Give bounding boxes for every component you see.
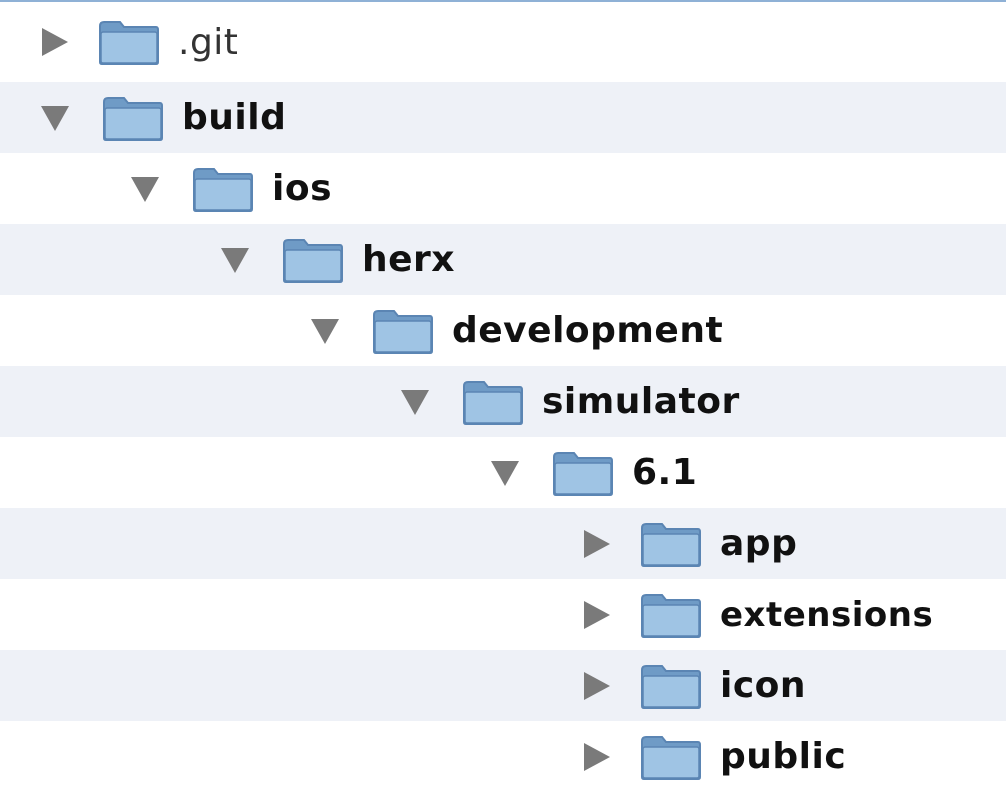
tree-row[interactable]: .git — [0, 2, 1006, 82]
tree-item-simulator[interactable]: simulator — [398, 366, 740, 437]
disclosure-triangle-expanded-icon[interactable] — [488, 456, 522, 490]
tree-item-label: extensions — [720, 594, 934, 635]
disclosure-triangle-expanded-icon[interactable] — [398, 385, 432, 419]
tree-item-label: 6.1 — [632, 452, 698, 493]
disclosure-triangle-collapsed-icon[interactable] — [580, 740, 614, 774]
folder-icon — [641, 522, 701, 567]
tree-item-herx[interactable]: herx — [218, 224, 455, 295]
disclosure-triangle-expanded-icon[interactable] — [218, 243, 252, 277]
tree-row[interactable]: herx — [0, 224, 1006, 295]
tree-item-label: public — [720, 736, 847, 777]
folder-icon — [373, 309, 433, 354]
folder-icon — [553, 451, 613, 496]
folder-icon — [641, 664, 701, 709]
tree-row[interactable]: development — [0, 295, 1006, 366]
tree-row[interactable]: icon — [0, 650, 1006, 721]
tree-row[interactable]: public — [0, 721, 1006, 792]
tree-row[interactable]: build — [0, 82, 1006, 153]
tree-item-label: simulator — [542, 381, 740, 422]
tree-item-build[interactable]: build — [38, 82, 286, 153]
tree-row[interactable]: extensions — [0, 579, 1006, 650]
disclosure-triangle-collapsed-icon[interactable] — [580, 669, 614, 703]
tree-item-extensions[interactable]: extensions — [580, 579, 933, 650]
disclosure-triangle-expanded-icon[interactable] — [38, 101, 72, 135]
disclosure-triangle-collapsed-icon[interactable] — [580, 527, 614, 561]
folder-icon — [283, 238, 343, 283]
tree-item-6-1[interactable]: 6.1 — [488, 437, 697, 508]
tree-row[interactable]: app — [0, 508, 1006, 579]
tree-item-development[interactable]: development — [308, 295, 723, 366]
tree-item-label: icon — [720, 665, 807, 706]
tree-item-label: ios — [272, 168, 332, 209]
tree-row[interactable]: ios — [0, 153, 1006, 224]
disclosure-triangle-collapsed-icon[interactable] — [38, 25, 72, 59]
folder-icon — [193, 167, 253, 212]
tree-item-public[interactable]: public — [580, 721, 846, 792]
disclosure-triangle-expanded-icon[interactable] — [128, 172, 162, 206]
disclosure-triangle-expanded-icon[interactable] — [308, 314, 342, 348]
tree-item-label: app — [720, 523, 798, 564]
tree-row[interactable]: simulator — [0, 366, 1006, 437]
tree-item-ios[interactable]: ios — [128, 153, 332, 224]
folder-icon — [641, 735, 701, 780]
tree-item-label: development — [452, 310, 724, 351]
tree-item-label: build — [182, 97, 287, 138]
folder-icon — [99, 21, 159, 65]
folder-icon — [641, 593, 701, 638]
disclosure-triangle-collapsed-icon[interactable] — [580, 598, 614, 632]
tree-item-git[interactable]: .git — [38, 2, 238, 82]
tree-item-icon[interactable]: icon — [580, 650, 806, 721]
file-outline-view: .git build ios herx development simulato… — [0, 0, 1006, 793]
tree-item-app[interactable]: app — [580, 508, 797, 579]
tree-item-label: .git — [178, 21, 239, 63]
folder-icon — [103, 96, 163, 141]
tree-row[interactable]: 6.1 — [0, 437, 1006, 508]
tree-item-label: herx — [362, 239, 456, 280]
folder-icon — [463, 380, 523, 425]
